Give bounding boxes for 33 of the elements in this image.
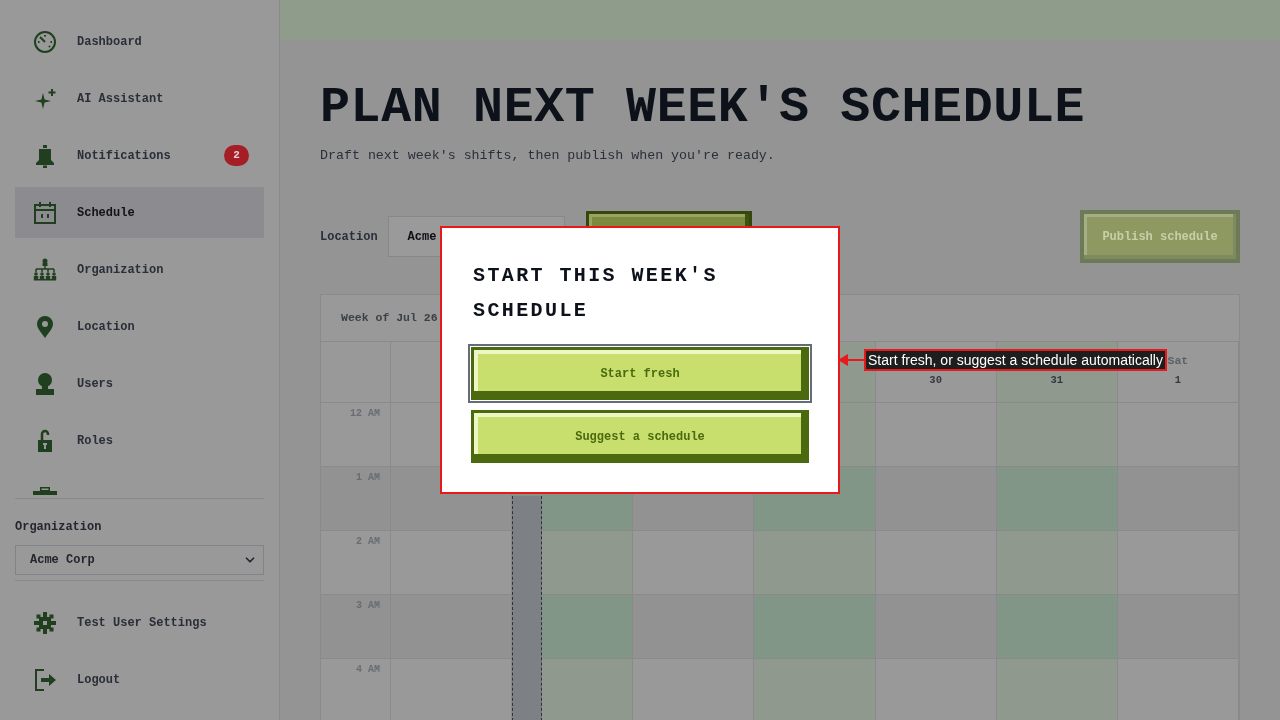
day-name: Sat [1167, 354, 1189, 368]
bell-icon [33, 143, 57, 168]
gauge-icon [33, 29, 57, 54]
week-label: Week of Jul 26 [341, 310, 438, 327]
nav-item[interactable]: AI Assistant [15, 73, 264, 124]
cut-off-icon [33, 487, 57, 495]
calendar-icon [33, 200, 57, 225]
page-subtitle: Draft next week's shifts, then publish when you're ready. [320, 148, 775, 164]
nav-item[interactable]: Roles [15, 415, 264, 466]
dialog-button[interactable]: Suggest a schedule [471, 410, 809, 463]
callout-label: Start fresh, or suggest a schedule automatically [864, 349, 1167, 371]
nav-item[interactable]: Dashboard [15, 16, 264, 67]
page-title: PLAN NEXT WEEK'S SCHEDULE [320, 83, 1086, 133]
day-date: 31 [1050, 374, 1064, 387]
day-date: 30 [929, 374, 942, 387]
nav-item[interactable]: Location [15, 301, 264, 352]
nav-item[interactable]: Schedule [15, 187, 264, 238]
user-icon [33, 371, 57, 396]
logout-icon [33, 667, 57, 692]
location-label: Location [320, 228, 378, 246]
organization-select[interactable]: Acme Corp [15, 545, 264, 575]
nav-item[interactable]: Organization [15, 244, 264, 295]
nav-item[interactable]: Test User Settings [15, 597, 264, 648]
dialog-title: START THIS WEEK'S SCHEDULE [473, 263, 719, 324]
day-date: 1 [1174, 374, 1182, 387]
settings-icon [33, 610, 57, 635]
nav-item[interactable]: Notifications 2 [15, 130, 264, 181]
dialog-button[interactable]: Start fresh [468, 344, 812, 403]
organization-label: Organization [15, 519, 102, 535]
nav-item[interactable]: Logout [15, 654, 264, 705]
nav-item[interactable]: Users [15, 358, 264, 409]
org-chart-icon [33, 257, 57, 282]
count-badge: 2 [224, 145, 249, 166]
